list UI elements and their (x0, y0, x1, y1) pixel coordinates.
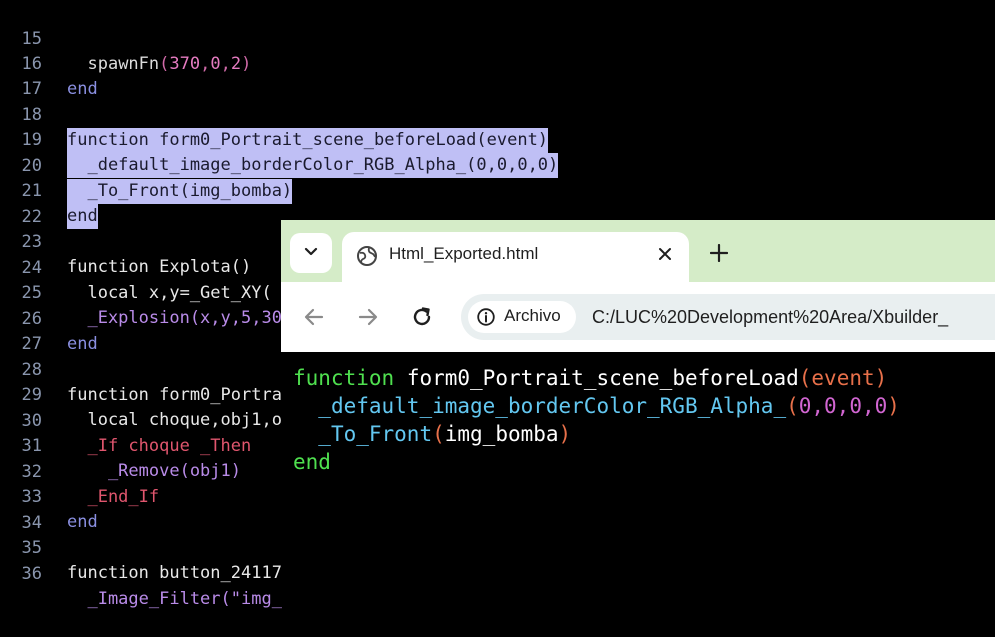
plus-icon[interactable] (706, 240, 732, 266)
editor-line-selected: 19 _default_image_borderColor_RGB_Alpha_… (0, 103, 559, 178)
site-info-chip[interactable]: Archivo (468, 301, 576, 333)
line-number: 36 (21, 564, 42, 584)
keyword: function (293, 366, 395, 390)
paren: ( (786, 394, 799, 418)
line-code: _Image_Filter("img_ (67, 589, 282, 609)
function-name: form0_Portrait_scene_beforeLoad (406, 366, 799, 390)
editor-line: 33 end (0, 460, 98, 532)
browser-window: Html_Exported.html Archivo C:/LUC%20Deve… (281, 220, 995, 550)
editor-line: 15 spawnFn(370,0,2) (0, 2, 252, 74)
browser-toolbar: Archivo C:/LUC%20Development%20Area/Xbui… (281, 282, 995, 352)
editor-line: 27 (0, 307, 42, 354)
line-code: local choque,obj1,o (67, 410, 282, 430)
reload-icon[interactable] (408, 303, 436, 331)
back-arrow-icon[interactable] (300, 303, 328, 331)
line-code: end (67, 79, 98, 99)
function-call: _default_image_borderColor_RGB_Alpha_ (318, 394, 787, 418)
editor-line: 32 _End_If (0, 435, 160, 507)
editor-line: 25 _Explosion(x,y,5,30 (0, 256, 282, 328)
page-content: function form0_Portrait_scene_beforeLoad… (281, 352, 995, 550)
info-icon (477, 308, 495, 326)
editor-line: 34 (0, 486, 42, 533)
editor-line: 29 local choque,obj1,o (0, 358, 282, 430)
address-bar[interactable]: Archivo C:/LUC%20Development%20Area/Xbui… (461, 294, 995, 340)
code-line: _default_image_borderColor_RGB_Alpha_(0,… (293, 392, 900, 420)
paren: ( (798, 366, 812, 390)
paren: ( (432, 422, 445, 446)
forward-arrow-icon[interactable] (354, 303, 382, 331)
editor-line: 22 (0, 180, 42, 227)
globe-icon (356, 245, 378, 267)
editor-line: 16 end (0, 27, 98, 99)
paren: ) (887, 394, 900, 418)
paren: ) (558, 422, 572, 446)
line-code: function form0_Portrait_scene_beforeLoad… (67, 128, 549, 153)
editor-line: 26 end (0, 282, 98, 354)
editor-line-selected: 20 _To_Front(img_bomba) (0, 129, 293, 204)
line-code: end (67, 512, 98, 532)
chip-label: Archivo (504, 306, 561, 325)
function-call: _To_Front (318, 422, 433, 446)
line-code: _To_Front(img_bomba) (67, 179, 293, 204)
line-code: function Explota() (67, 257, 252, 277)
line-code: _Remove(obj1) (67, 461, 241, 481)
line-code: local x,y=_Get_XY( (67, 283, 272, 303)
line-code: function button_24117 (67, 563, 282, 583)
line-code: end (67, 334, 98, 354)
line-code: _If choque _Then (67, 436, 252, 456)
parameter: event (811, 366, 875, 390)
close-icon[interactable] (653, 242, 677, 266)
chevron-down-icon (303, 243, 319, 263)
paren: ) (874, 366, 888, 390)
line-code: _Explosion(x,y,5,30 (67, 308, 282, 328)
tab-search-button[interactable] (290, 233, 332, 273)
keyword: end (293, 450, 331, 474)
editor-line: 30 _If choque _Then (0, 384, 252, 456)
code-line: _To_Front(img_bomba) (293, 420, 571, 448)
argument: img_bomba (444, 422, 559, 446)
url-text[interactable]: C:/LUC%20Development%20Area/Xbuilder_ (592, 307, 948, 328)
tab-html-exported[interactable]: Html_Exported.html (342, 232, 689, 282)
editor-line-selected: 18 function form0_Portrait_scene_beforeL… (0, 78, 549, 153)
line-code: function form0_Portrait (67, 385, 303, 405)
editor-line: 24 local x,y=_Get_XY( (0, 231, 272, 303)
tab-bar: Html_Exported.html (281, 220, 995, 282)
line-code: spawnFn(370,0,2) (87, 54, 252, 74)
editor-line: 31 _Remove(obj1) (0, 409, 241, 481)
line-code: end (67, 204, 98, 229)
tab-title: Html_Exported.html (389, 244, 539, 263)
line-code: _default_image_borderColor_RGB_Alpha_(0,… (67, 153, 559, 178)
code-line: function form0_Portrait_scene_beforeLoad… (293, 364, 887, 392)
editor-line: 35 function button_24117 (0, 511, 282, 583)
code-line: end (293, 448, 331, 476)
editor-line-selected: 21 end (0, 154, 98, 229)
editor-line: 17 (0, 52, 42, 99)
editor-line: 23 function Explota() (0, 205, 252, 277)
editor-line: 28 function form0_Portrait (0, 333, 303, 405)
arguments: 0,0,0,0 (798, 394, 888, 418)
line-code: _End_If (67, 487, 160, 507)
